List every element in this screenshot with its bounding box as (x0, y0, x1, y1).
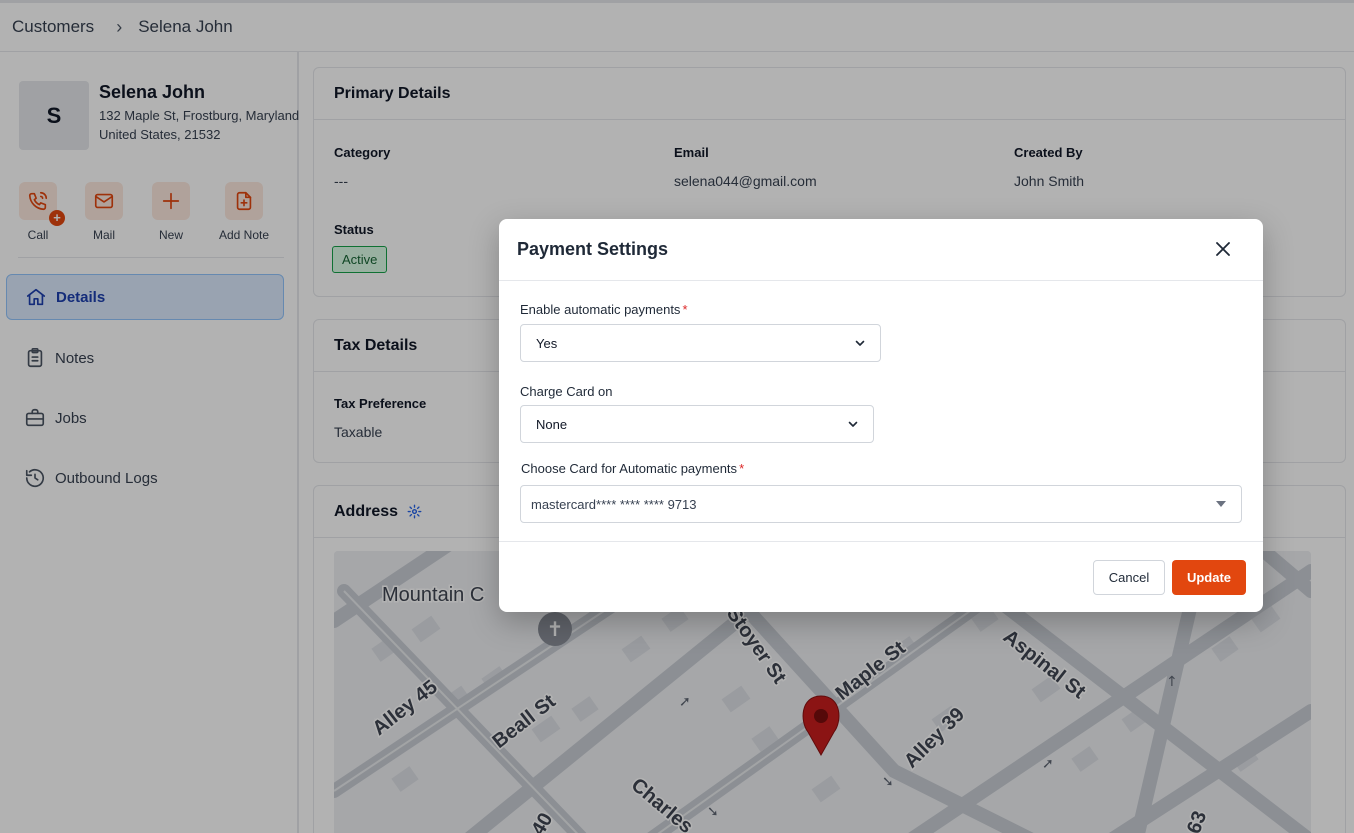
close-icon (1216, 242, 1230, 256)
modal-footer-divider (499, 541, 1263, 542)
auto-payments-value: Yes (536, 335, 558, 351)
auto-payments-label: Enable automatic payments * (520, 302, 688, 317)
close-button[interactable] (1211, 237, 1235, 261)
choose-card-label-text: Choose Card for Automatic payments (521, 461, 738, 476)
payment-settings-modal: Payment Settings Enable automatic paymen… (499, 219, 1263, 612)
charge-card-value: None (536, 416, 568, 432)
auto-payments-label-text: Enable automatic payments (520, 302, 681, 317)
chevron-down-icon (855, 340, 865, 346)
choose-card-value: mastercard**** **** **** 9713 (531, 496, 697, 512)
choose-card-select[interactable]: mastercard**** **** **** 9713 (520, 485, 1242, 523)
modal-header: Payment Settings (499, 219, 1263, 281)
charge-card-label: Charge Card on (520, 384, 613, 399)
auto-payments-select[interactable]: Yes (520, 324, 881, 362)
chevron-down-icon (848, 421, 858, 427)
required-mark: * (682, 302, 688, 317)
cancel-button[interactable]: Cancel (1093, 560, 1165, 595)
required-mark: * (739, 461, 745, 476)
modal-title: Payment Settings (517, 239, 669, 259)
choose-card-label: Choose Card for Automatic payments * (521, 461, 744, 476)
update-button[interactable]: Update (1172, 560, 1246, 595)
caret-down-icon (1216, 501, 1226, 507)
charge-card-select[interactable]: None (520, 405, 874, 443)
